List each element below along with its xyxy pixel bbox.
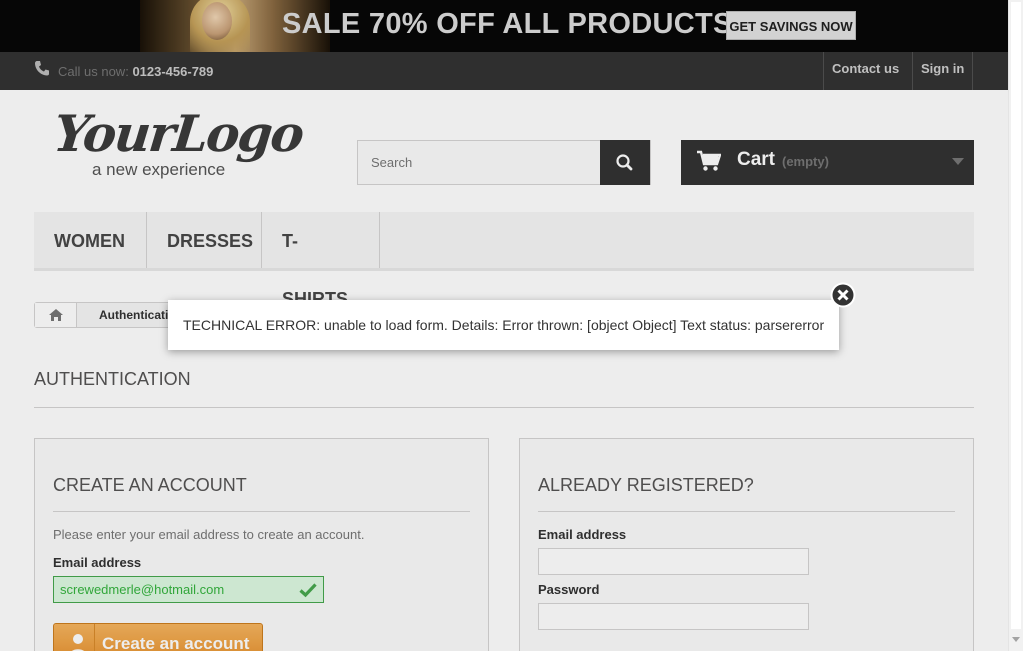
close-icon[interactable] [829, 281, 857, 309]
error-message: TECHNICAL ERROR: unable to load form. De… [183, 317, 825, 333]
scroll-down-arrow-icon[interactable] [1012, 637, 1020, 642]
scrollbar-thumb[interactable] [1011, 2, 1021, 629]
error-modal: TECHNICAL ERROR: unable to load form. De… [168, 300, 839, 350]
page-scrollbar[interactable] [1008, 0, 1023, 651]
